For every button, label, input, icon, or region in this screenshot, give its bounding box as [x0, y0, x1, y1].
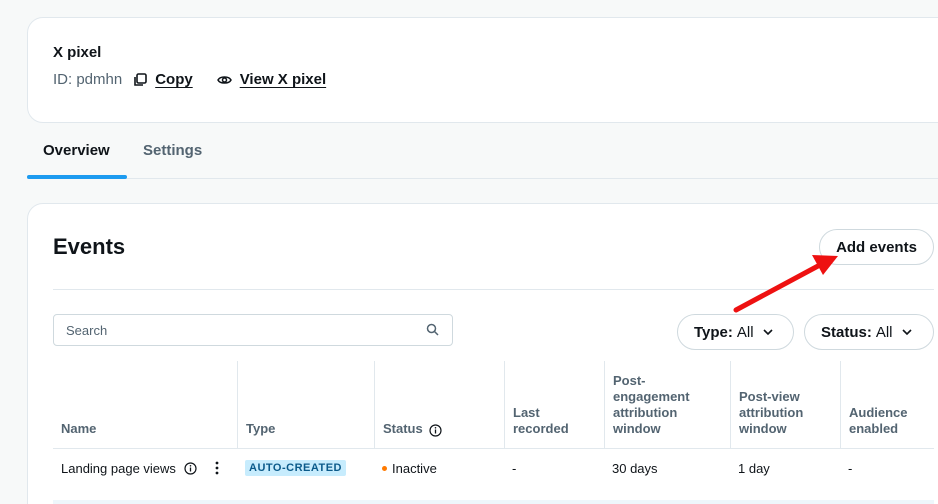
copy-icon: [132, 72, 147, 87]
view-pixel-label: View X pixel: [239, 71, 327, 88]
eye-icon: [216, 72, 232, 87]
more-vertical-icon[interactable]: [215, 461, 221, 475]
event-post-engagement: 30 days: [612, 460, 658, 476]
event-status-cell: Inactive: [374, 449, 504, 487]
divider: [53, 289, 934, 290]
column-header-status[interactable]: Status: [374, 361, 504, 449]
event-name: Landing page views: [61, 460, 176, 476]
column-header-type[interactable]: Type: [237, 361, 374, 449]
type-filter-key: Type:: [694, 323, 733, 341]
column-header-audience[interactable]: Audience enabled: [840, 361, 934, 449]
active-tab-indicator: [27, 175, 127, 179]
type-filter-value: All: [736, 323, 754, 341]
info-icon[interactable]: [429, 424, 442, 437]
event-type-cell: AUTO-CREATED: [237, 449, 374, 487]
copy-label: Copy: [155, 71, 193, 88]
search-icon[interactable]: [426, 323, 440, 337]
tab-bar: Overview Settings: [27, 128, 938, 179]
pixel-meta: ID: pdmhn Copy View X pixel: [53, 71, 326, 88]
pixel-card: X pixel ID: pdmhn Copy View X pixel: [27, 17, 938, 123]
column-header-last-recorded[interactable]: Last recorded: [504, 361, 604, 449]
type-filter-dropdown[interactable]: Type: All: [677, 314, 794, 350]
column-header-name[interactable]: Name: [53, 361, 237, 449]
search-input[interactable]: [54, 315, 414, 345]
table-header: Name Type Status Last recorded Post-enga…: [53, 361, 934, 449]
tab-overview[interactable]: Overview: [43, 142, 110, 159]
copy-button[interactable]: Copy: [132, 71, 193, 88]
tab-settings[interactable]: Settings: [143, 142, 202, 159]
column-header-post-engagement[interactable]: Post-engagement attribution window: [604, 361, 730, 449]
status-filter-key: Status:: [821, 323, 872, 341]
status-dot: [382, 465, 387, 471]
event-name-cell: Landing page views: [53, 449, 237, 487]
events-table: Name Type Status Last recorded Post-enga…: [53, 361, 934, 487]
info-icon[interactable]: [184, 461, 197, 475]
column-header-post-view[interactable]: Post-view attribution window: [730, 361, 840, 449]
type-badge: AUTO-CREATED: [245, 460, 346, 476]
status-filter-dropdown[interactable]: Status: All: [804, 314, 934, 350]
event-last-recorded: -: [512, 460, 517, 476]
next-row-band: [53, 500, 934, 504]
search-box: [53, 314, 453, 346]
event-status: Inactive: [392, 460, 437, 476]
table-row[interactable]: Landing page views AUTO-CREATED Inactive…: [53, 449, 934, 487]
chevron-down-icon: [762, 326, 774, 338]
add-events-button[interactable]: Add events: [819, 229, 934, 265]
event-audience: -: [848, 460, 853, 476]
events-card: Events Add events Type: All Status: All …: [27, 203, 938, 504]
event-post-view: 1 day: [738, 460, 770, 476]
events-title: Events: [53, 234, 126, 259]
view-pixel-link[interactable]: View X pixel: [216, 71, 327, 88]
pixel-title: X pixel: [53, 44, 102, 61]
pixel-id: ID: pdmhn: [53, 71, 123, 88]
status-filter-value: All: [875, 323, 893, 341]
chevron-down-icon: [901, 326, 913, 338]
